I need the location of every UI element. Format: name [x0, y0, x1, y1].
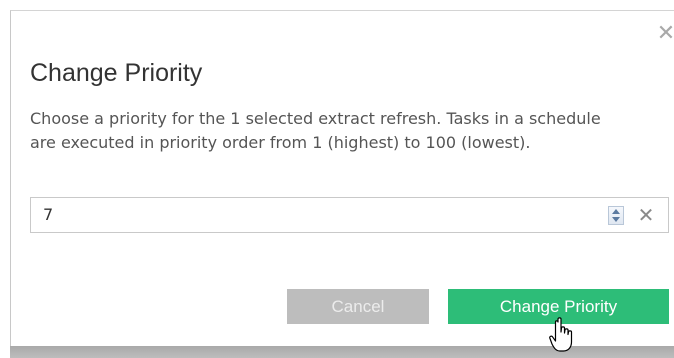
- dialog-description: Choose a priority for the 1 selected ext…: [30, 109, 601, 152]
- screen: ✕ Change Priority Choose a priority for …: [0, 0, 674, 358]
- clear-icon[interactable]: ✕: [635, 204, 657, 226]
- close-icon[interactable]: ✕: [655, 23, 674, 45]
- change-priority-dialog: ✕ Change Priority Choose a priority for …: [10, 10, 674, 346]
- priority-input[interactable]: 7 ✕: [30, 197, 669, 233]
- spin-up-icon[interactable]: [612, 209, 620, 214]
- dialog-title: Change Priority: [30, 59, 203, 87]
- cancel-button[interactable]: Cancel: [287, 289, 429, 324]
- hand-cursor-icon: [549, 317, 573, 352]
- spinner-icon[interactable]: [608, 206, 624, 225]
- priority-value[interactable]: 7: [43, 198, 53, 232]
- spin-down-icon[interactable]: [612, 217, 620, 222]
